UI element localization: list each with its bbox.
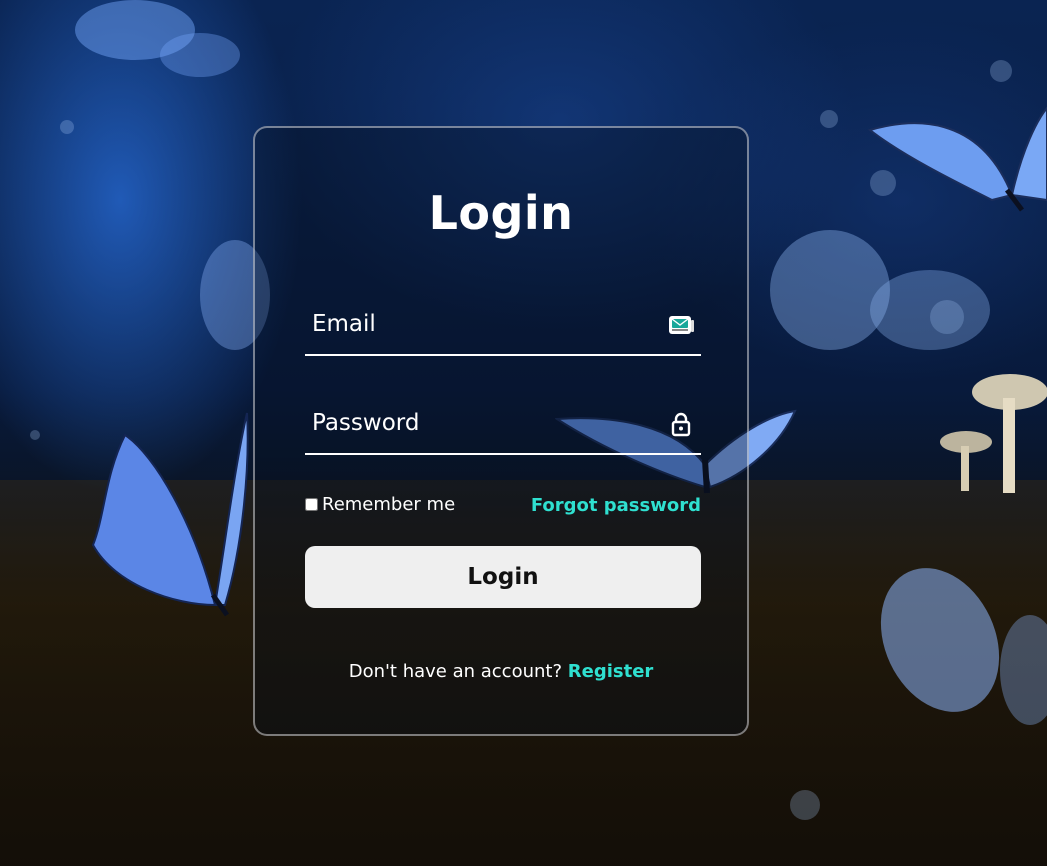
register-link[interactable]: Register [568,661,654,682]
remember-label: Remember me [322,494,456,515]
bokeh-light [790,790,820,820]
login-button[interactable]: Login [305,546,701,608]
butterfly [91,412,249,617]
mail-icon [669,316,694,334]
register-prompt-text: Don't have an account? [348,661,563,682]
mushroom [940,374,1047,493]
remember-checkbox[interactable] [305,498,318,511]
login-title: Login [428,186,574,240]
butterfly-blurred [880,568,1047,725]
options-row: Remember me Forgot password [305,494,701,518]
butterfly-blurred [75,0,240,77]
forgot-password-link[interactable]: Forgot password [531,495,701,516]
register-prompt: Don't have an account? Register [255,661,747,682]
password-field-wrapper [305,393,701,455]
email-field-wrapper [305,294,701,356]
login-card: Login Remember me Forgot password Login … [253,126,749,736]
butterfly-blurred [770,230,990,350]
password-input[interactable] [305,393,654,453]
bokeh-light [30,430,40,440]
email-input[interactable] [305,294,654,354]
lock-icon [671,412,691,437]
remember-me[interactable]: Remember me [305,494,455,515]
bokeh-light [990,60,1012,82]
butterfly [867,106,1047,212]
bokeh-light [60,120,74,134]
bokeh-light [820,110,838,128]
